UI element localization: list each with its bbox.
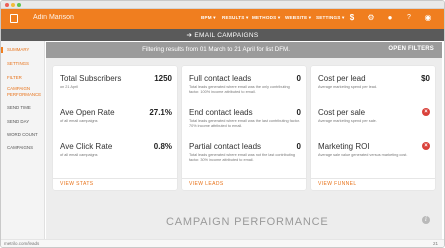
metric-value: 0.8%	[153, 142, 172, 151]
metric-description: Total leads generated where email was th…	[189, 119, 301, 128]
metric-value: 0	[296, 74, 301, 83]
metric-value: 0	[296, 108, 301, 117]
help-icon[interactable]: ?	[403, 13, 415, 23]
metric-description: on 21 April	[60, 85, 78, 89]
section-header: ➔ EMAIL CAMPAIGNS	[1, 29, 444, 41]
metric-marketing-roi: Marketing ROI × Average sale value gener…	[318, 142, 430, 158]
metric-label: End contact leads	[189, 108, 253, 117]
metric-description: Total leads generated where email was th…	[189, 85, 290, 94]
metric-label: Full contact leads	[189, 74, 252, 83]
status-url: metrilo.com/leads	[4, 241, 40, 246]
top-app-bar: Adin Marison BPM ▾ RESULTS ▾ METHODS ▾ W…	[1, 9, 444, 29]
card-divider	[53, 178, 177, 179]
sidebar-item-campaign-performance[interactable]: CAMPAIGN PERFORMANCE	[1, 86, 41, 97]
metric-description: of all email campaigns	[60, 153, 98, 157]
metric-value: 0	[296, 142, 301, 151]
sidebar-item-send-time[interactable]: SEND TIME	[1, 105, 44, 111]
nav-methods[interactable]: METHODS ▾	[252, 15, 280, 21]
sidebar-item-summary[interactable]: SUMMARY	[1, 47, 44, 53]
sidebar-item-word-count[interactable]: WORD COUNT	[1, 132, 44, 138]
sidebar-item-settings[interactable]: SETTINGS	[1, 61, 44, 67]
metric-description: Total leads generated where email was no…	[189, 153, 295, 162]
maximize-window-icon[interactable]	[17, 3, 21, 7]
funnel-card: Cost per lead $0 Average marketing spend…	[311, 66, 435, 190]
status-page-number: 21	[432, 241, 438, 246]
error-x-icon: ×	[422, 142, 430, 150]
view-funnel-link[interactable]: VIEW FUNNEL	[318, 181, 357, 187]
metric-value: 27.1%	[149, 108, 172, 117]
nav-website[interactable]: WEBSITE ▾	[285, 15, 311, 21]
metric-end-contact-leads: End contact leads 0 Total leads generate…	[189, 108, 301, 128]
metric-cost-per-lead: Cost per lead $0 Average marketing spend…	[318, 74, 430, 90]
filter-bar: Filtering results from 01 March to 21 Ap…	[46, 42, 442, 58]
metric-description: Average marketing spend per lead.	[318, 85, 378, 89]
metric-ave-open-rate: Ave Open Rate 27.1% of all email campaig…	[60, 108, 172, 124]
metric-cost-per-sale: Cost per sale × Average marketing spend …	[318, 108, 430, 124]
sidebar-item-campaigns[interactable]: CAMPAIGNS	[1, 145, 44, 151]
metric-value: $0	[421, 74, 430, 83]
filter-summary: Filtering results from 01 March to 21 Ap…	[142, 46, 290, 53]
close-window-icon[interactable]	[5, 3, 9, 7]
dollar-icon[interactable]: $	[346, 13, 358, 23]
metric-full-contact-leads: Full contact leads 0 Total leads generat…	[189, 74, 301, 94]
metric-description: Average marketing spend per sale.	[318, 119, 377, 123]
minimize-window-icon[interactable]	[11, 3, 15, 7]
account-icon[interactable]: ◉	[422, 13, 434, 23]
nav-results[interactable]: RESULTS ▾	[222, 15, 248, 21]
card-divider	[182, 178, 306, 179]
section-title: ➔ EMAIL CAMPAIGNS	[186, 32, 259, 39]
gear-icon[interactable]: ⚙	[365, 13, 377, 23]
leads-card: Full contact leads 0 Total leads generat…	[182, 66, 306, 190]
browser-status-bar: metrilo.com/leads 21	[1, 239, 444, 247]
stats-card: Total Subscribers 1250 on 21 April Ave O…	[53, 66, 177, 190]
campaign-performance-heading: CAMPAIGN PERFORMANCE	[166, 216, 329, 228]
user-name: Adin Marison	[33, 14, 74, 21]
sidebar-item-send-day[interactable]: SEND DAY	[1, 119, 44, 125]
error-x-icon: ×	[422, 108, 430, 116]
card-divider	[311, 178, 435, 179]
metric-value: 1250	[154, 74, 172, 83]
metric-label: Cost per sale	[318, 108, 366, 117]
open-filters-button[interactable]: OPEN FILTERS	[388, 46, 434, 52]
view-stats-link[interactable]: VIEW STATS	[60, 181, 94, 187]
info-icon[interactable]: i	[422, 216, 430, 224]
metric-description: of all email campaigns	[60, 119, 98, 123]
sidebar: SUMMARY SETTINGS FILTER CAMPAIGN PERFORM…	[1, 41, 45, 239]
user-icon[interactable]: ●	[384, 13, 396, 23]
browser-chrome	[1, 1, 444, 9]
metric-total-subscribers: Total Subscribers 1250 on 21 April	[60, 74, 172, 90]
main-content: Total Subscribers 1250 on 21 April Ave O…	[46, 58, 442, 239]
metric-label: Marketing ROI	[318, 142, 370, 151]
view-leads-link[interactable]: VIEW LEADS	[189, 181, 224, 187]
metric-label: Partial contact leads	[189, 142, 262, 151]
nav-settings[interactable]: SETTINGS ▾	[316, 15, 345, 21]
metric-partial-contact-leads: Partial contact leads 0 Total leads gene…	[189, 142, 301, 162]
metric-description: Average sale value generated versus mark…	[318, 153, 408, 157]
browser-window: Adin Marison BPM ▾ RESULTS ▾ METHODS ▾ W…	[0, 0, 445, 248]
sidebar-item-filter[interactable]: FILTER	[1, 75, 44, 81]
metric-ave-click-rate: Ave Click Rate 0.8% of all email campaig…	[60, 142, 172, 158]
app-logo-icon[interactable]	[10, 14, 18, 23]
nav-bpm[interactable]: BPM ▾	[201, 15, 216, 21]
metric-label: Cost per lead	[318, 74, 366, 83]
